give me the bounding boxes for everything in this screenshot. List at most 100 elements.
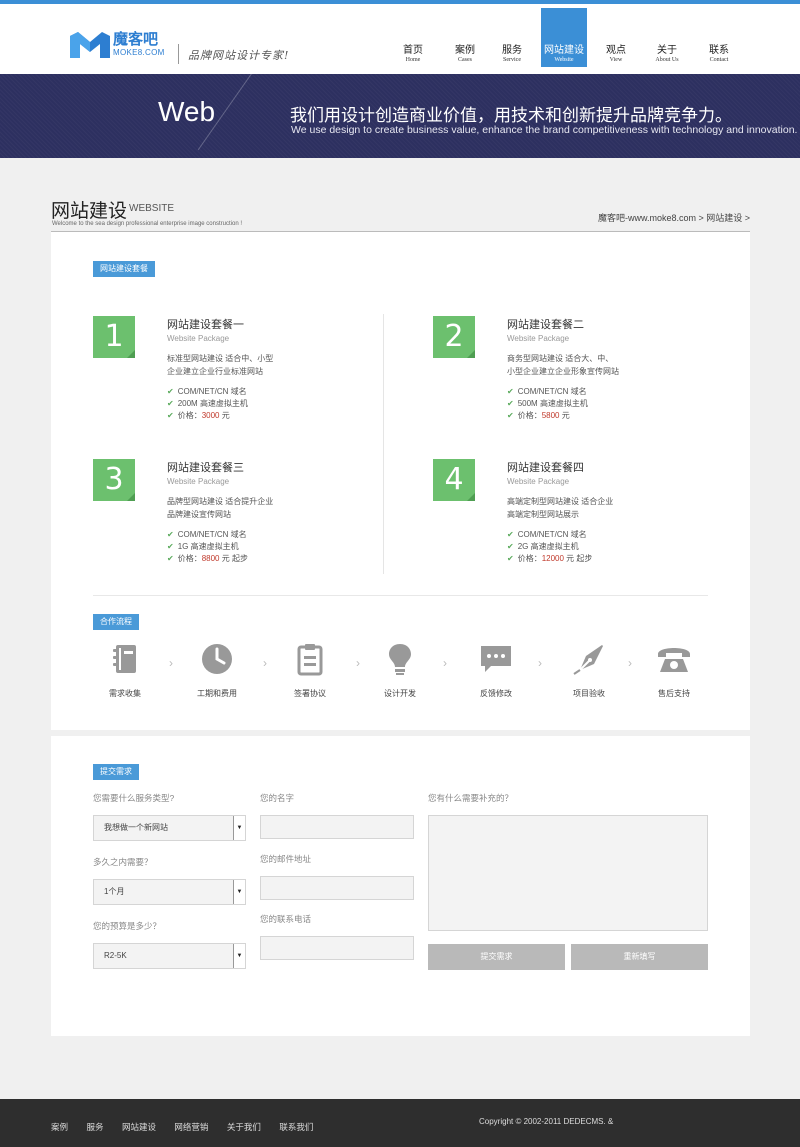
chevron-down-icon: ▼: [233, 880, 245, 904]
chevron-right-icon: ›: [263, 656, 267, 670]
check-icon: ✔: [507, 542, 514, 551]
check-icon: ✔: [167, 411, 174, 420]
package-description: 标准型网站建设 适合中、小型 企业建立企业行业标准网站: [167, 352, 327, 378]
process-step: 需求收集: [95, 642, 155, 699]
phone-label: 您的联系电话: [260, 914, 312, 924]
nav-item-service[interactable]: 服务 Service: [489, 8, 535, 67]
email-label: 您的邮件地址: [260, 854, 312, 864]
name-input[interactable]: [260, 815, 414, 839]
nav-label-en: About Us: [655, 57, 679, 63]
price-value: 3000: [201, 411, 220, 420]
site-header: 魔客吧 MOKE8.COM 品牌网站设计专家! 首页 Home 案例 Cases 服…: [0, 4, 800, 74]
package-number: 4: [433, 459, 475, 501]
extra-notes-textarea[interactable]: [428, 815, 708, 931]
reset-button[interactable]: 重新填写: [571, 944, 708, 970]
service-type-select[interactable]: 我想做一个新网站 ▼: [93, 815, 246, 841]
chevron-right-icon: ›: [169, 656, 173, 670]
package-card[interactable]: 3 网站建设套餐三 Website Package 品牌型网站建设 适合提升企业…: [93, 459, 333, 579]
banner-title: Web: [158, 96, 216, 127]
footer-link[interactable]: 网络营销: [174, 1121, 208, 1133]
step-label: 需求收集: [109, 689, 141, 698]
telephone-icon: [658, 648, 690, 672]
package-card[interactable]: 1 网站建设套餐一 Website Package 标准型网站建设 适合中、小型…: [93, 316, 333, 436]
feature-item: ✔ 1G 高速虚拟主机: [167, 541, 248, 553]
nav-item-cases[interactable]: 案例 Cases: [442, 8, 488, 67]
step-label: 反馈修改: [480, 689, 512, 698]
package-description: 品牌型网站建设 适合提升企业 品牌建设宣传网站: [167, 495, 327, 521]
footer-link[interactable]: 关于我们: [227, 1121, 261, 1133]
submit-button[interactable]: 提交需求: [428, 944, 565, 970]
email-input[interactable]: [260, 876, 414, 900]
budget-select[interactable]: R2-5K ▼: [93, 943, 246, 969]
nav-label-en: Website: [554, 57, 574, 63]
feature-item: ✔ 价格：12000 元 起步: [507, 553, 592, 565]
footer-nav: 案例 服务 网站建设 网络营销 关于我们 联系我们: [51, 1117, 327, 1135]
nav-label-cn: 观点: [606, 45, 626, 56]
select-value: 我想做一个新网站: [104, 823, 168, 832]
nav-label-en: Contact: [709, 57, 729, 63]
package-number: 1: [93, 316, 135, 358]
process-step: 项目验收: [559, 642, 619, 699]
package-number: 2: [433, 316, 475, 358]
feature-item: ✔ 价格：5800 元: [507, 410, 588, 422]
form-tag: 提交需求: [93, 764, 139, 780]
nav-label-cn: 联系: [709, 45, 729, 56]
phone-input[interactable]: [260, 936, 414, 960]
check-icon: ✔: [167, 399, 174, 408]
package-card[interactable]: 4 网站建设套餐四 Website Package 高端定制型网站建设 适合企业…: [433, 459, 673, 579]
pen-nib-icon: [573, 645, 603, 675]
nav-item-home[interactable]: 首页 Home: [390, 8, 436, 67]
check-icon: ✔: [507, 399, 514, 408]
step-label: 签署协议: [294, 689, 326, 698]
feature-item: ✔ 2G 高速虚拟主机: [507, 541, 592, 553]
chat-bubble-icon: [481, 646, 511, 672]
process-step: 售后支持: [644, 642, 704, 699]
package-description: 商务型网站建设 适合大、中、 小型企业建立企业形象宣传网站: [507, 352, 667, 378]
nav-item-about[interactable]: 关于 About Us: [644, 8, 690, 67]
feature-item: ✔ 价格：3000 元: [167, 410, 248, 422]
site-footer: 案例 服务 网站建设 网络营销 关于我们 联系我们 Copyright © 20…: [0, 1099, 800, 1147]
process-tag: 合作流程: [93, 614, 139, 630]
footer-link[interactable]: 服务: [86, 1121, 103, 1133]
nav-item-contact[interactable]: 联系 Contact: [696, 8, 742, 67]
site-logo[interactable]: 魔客吧 MOKE8.COM: [70, 28, 166, 62]
price-suffix: 元 起步: [563, 554, 593, 563]
step-label: 设计开发: [384, 689, 416, 698]
check-icon: ✔: [167, 554, 174, 563]
feature-item: ✔ COM/NET/CN 域名: [507, 386, 588, 398]
package-card[interactable]: 2 网站建设套餐二 Website Package 商务型网站建设 适合大、中、…: [433, 316, 673, 436]
price-label: 价格：: [517, 411, 542, 420]
process-step: 签署协议: [280, 642, 340, 699]
clock-icon: [202, 644, 232, 674]
footer-link[interactable]: 案例: [51, 1121, 68, 1133]
package-title: 网站建设套餐一: [167, 319, 244, 331]
package-desc-line: 标准型网站建设 适合中、小型: [167, 354, 274, 363]
price-label: 价格：: [517, 554, 542, 563]
section-divider: [93, 595, 708, 596]
timeframe-select[interactable]: 1个月 ▼: [93, 879, 246, 905]
price-suffix: 元: [219, 411, 230, 420]
logo-domain: MOKE8.COM: [113, 48, 165, 57]
price-label: 价格：: [177, 411, 202, 420]
logo-divider: [178, 44, 179, 64]
hero-banner: Web 我们用设计创造商业价值，用技术和创新提升品牌竞争力。 We use de…: [0, 74, 800, 158]
package-subtitle: Website Package: [507, 477, 570, 486]
footer-link[interactable]: 联系我们: [279, 1121, 313, 1133]
footer-link[interactable]: 网站建设: [122, 1121, 156, 1133]
packages-panel: 网站建设套餐 1 网站建设套餐一 Website Package 标准型网站建设…: [51, 232, 750, 730]
price-suffix: 元: [559, 411, 570, 420]
process-step: 工期和费用: [187, 642, 247, 699]
nav-label-en: Cases: [458, 57, 472, 63]
check-icon: ✔: [167, 387, 174, 396]
breadcrumb[interactable]: 魔客吧-www.moke8.com > 网站建设 >: [598, 211, 750, 224]
check-icon: ✔: [507, 387, 514, 396]
nav-item-view[interactable]: 观点 View: [593, 8, 639, 67]
lightbulb-icon: [389, 644, 411, 675]
nav-label-cn: 网站建设: [544, 45, 584, 56]
logo-m-icon: [70, 32, 110, 58]
banner-subline: We use design to create business value, …: [291, 124, 798, 136]
step-label: 工期和费用: [197, 689, 237, 698]
price-value: 5800: [541, 411, 560, 420]
nav-item-website[interactable]: 网站建设 Website: [541, 8, 587, 67]
price-suffix: 元 起步: [219, 554, 248, 563]
